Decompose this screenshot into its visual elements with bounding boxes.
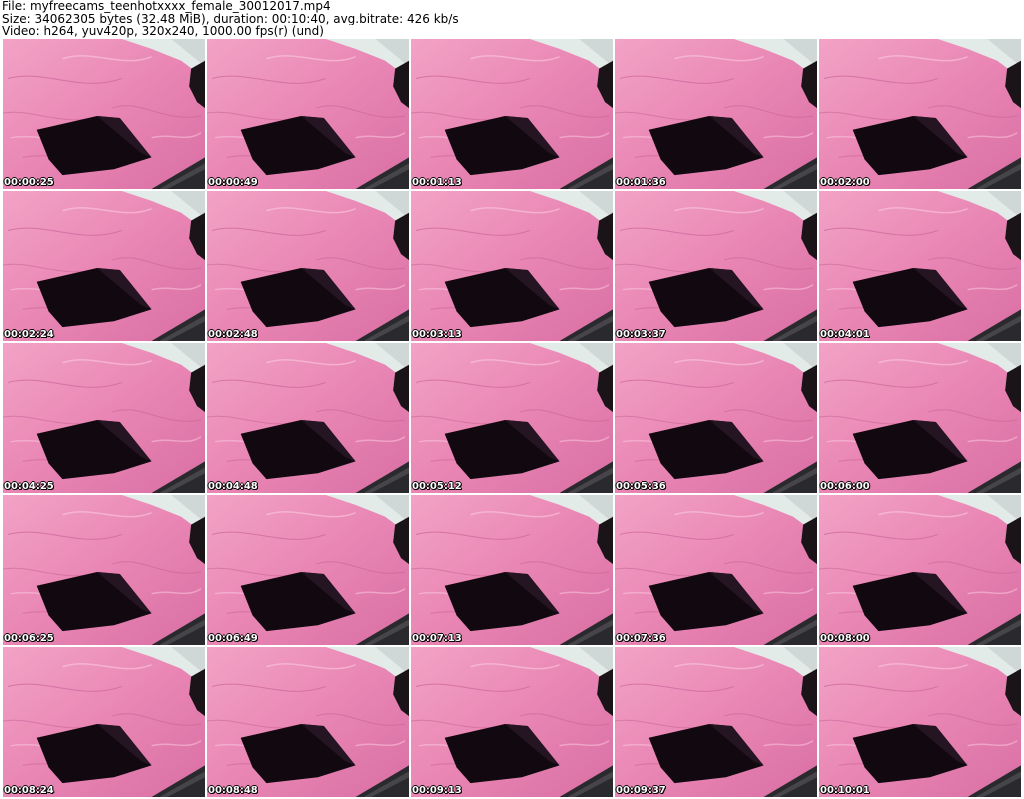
- timestamp-label: 00:00:49: [208, 177, 258, 188]
- timestamp-label: 00:02:48: [208, 329, 258, 340]
- timestamp-label: 00:07:36: [616, 633, 666, 644]
- video-frame-image: [3, 191, 205, 341]
- timestamp-label: 00:04:01: [820, 329, 870, 340]
- video-frame-image: [3, 495, 205, 645]
- video-frame-image: [411, 343, 613, 493]
- timestamp-label: 00:00:25: [4, 177, 54, 188]
- video-frame-image: [207, 343, 409, 493]
- timestamp-label: 00:08:48: [208, 785, 258, 796]
- thumbnail-frame-19: 00:07:36: [614, 494, 818, 646]
- timestamp-label: 00:01:36: [616, 177, 666, 188]
- video-frame-image: [819, 191, 1021, 341]
- thumbnail-frame-17: 00:06:49: [206, 494, 410, 646]
- video-frame-image: [615, 191, 817, 341]
- thumbnail-frame-4: 00:01:36: [614, 38, 818, 190]
- video-frame-image: [3, 343, 205, 493]
- video-frame-image: [819, 495, 1021, 645]
- timestamp-label: 00:04:48: [208, 481, 258, 492]
- video-frame-image: [207, 191, 409, 341]
- video-frame-image: [207, 647, 409, 797]
- video-frame-image: [819, 647, 1021, 797]
- thumbnail-frame-25: 00:10:01: [818, 646, 1022, 798]
- video-frame-image: [411, 39, 613, 189]
- thumbnail-frame-1: 00:00:25: [2, 38, 206, 190]
- thumbnail-frame-5: 00:02:00: [818, 38, 1022, 190]
- video-frame-image: [3, 647, 205, 797]
- thumbnail-frame-14: 00:05:36: [614, 342, 818, 494]
- thumbnail-frame-12: 00:04:48: [206, 342, 410, 494]
- file-size-line: Size: 34062305 bytes (32.48 MiB), durati…: [2, 12, 459, 25]
- video-frame-image: [819, 343, 1021, 493]
- video-frame-image: [207, 39, 409, 189]
- video-frame-image: [3, 39, 205, 189]
- video-frame-image: [615, 495, 817, 645]
- timestamp-label: 00:02:00: [820, 177, 870, 188]
- timestamp-label: 00:01:13: [412, 177, 462, 188]
- thumbnail-frame-20: 00:08:00: [818, 494, 1022, 646]
- timestamp-label: 00:09:37: [616, 785, 666, 796]
- thumbnail-frame-6: 00:02:24: [2, 190, 206, 342]
- thumbnail-frame-21: 00:08:24: [2, 646, 206, 798]
- timestamp-label: 00:02:24: [4, 329, 54, 340]
- timestamp-label: 00:07:13: [412, 633, 462, 644]
- thumbnail-frame-2: 00:00:49: [206, 38, 410, 190]
- video-frame-image: [615, 39, 817, 189]
- video-frame-image: [207, 495, 409, 645]
- timestamp-label: 00:06:00: [820, 481, 870, 492]
- thumbnail-frame-9: 00:03:37: [614, 190, 818, 342]
- thumbnail-frame-3: 00:01:13: [410, 38, 614, 190]
- video-frame-image: [819, 39, 1021, 189]
- thumbnail-frame-23: 00:09:13: [410, 646, 614, 798]
- thumbnail-frame-13: 00:05:12: [410, 342, 614, 494]
- thumbnail-frame-22: 00:08:48: [206, 646, 410, 798]
- timestamp-label: 00:03:13: [412, 329, 462, 340]
- video-info-line: Video: h264, yuv420p, 320x240, 1000.00 f…: [2, 25, 324, 38]
- thumbnail-frame-16: 00:06:25: [2, 494, 206, 646]
- thumbnail-frame-11: 00:04:25: [2, 342, 206, 494]
- thumbnail-grid: 00:00:25 00:00:49 00:01:13 00:01:36 00:0…: [2, 38, 1022, 799]
- video-frame-image: [615, 343, 817, 493]
- thumbnail-frame-10: 00:04:01: [818, 190, 1022, 342]
- video-frame-image: [411, 495, 613, 645]
- timestamp-label: 00:04:25: [4, 481, 54, 492]
- timestamp-label: 00:06:49: [208, 633, 258, 644]
- timestamp-label: 00:03:37: [616, 329, 666, 340]
- thumbnail-frame-7: 00:02:48: [206, 190, 410, 342]
- video-frame-image: [411, 191, 613, 341]
- thumbnail-frame-8: 00:03:13: [410, 190, 614, 342]
- timestamp-label: 00:06:25: [4, 633, 54, 644]
- file-name-line: File: myfreecams_teenhotxxxx_female_3001…: [2, 0, 331, 13]
- timestamp-label: 00:09:13: [412, 785, 462, 796]
- timestamp-label: 00:10:01: [820, 785, 870, 796]
- timestamp-label: 00:05:36: [616, 481, 666, 492]
- file-info-header: File: myfreecams_teenhotxxxx_female_3001…: [2, 0, 1022, 38]
- timestamp-label: 00:08:00: [820, 633, 870, 644]
- timestamp-label: 00:08:24: [4, 785, 54, 796]
- thumbnail-frame-18: 00:07:13: [410, 494, 614, 646]
- video-frame-image: [411, 647, 613, 797]
- timestamp-label: 00:05:12: [412, 481, 462, 492]
- video-frame-image: [615, 647, 817, 797]
- thumbnail-frame-24: 00:09:37: [614, 646, 818, 798]
- thumbnail-frame-15: 00:06:00: [818, 342, 1022, 494]
